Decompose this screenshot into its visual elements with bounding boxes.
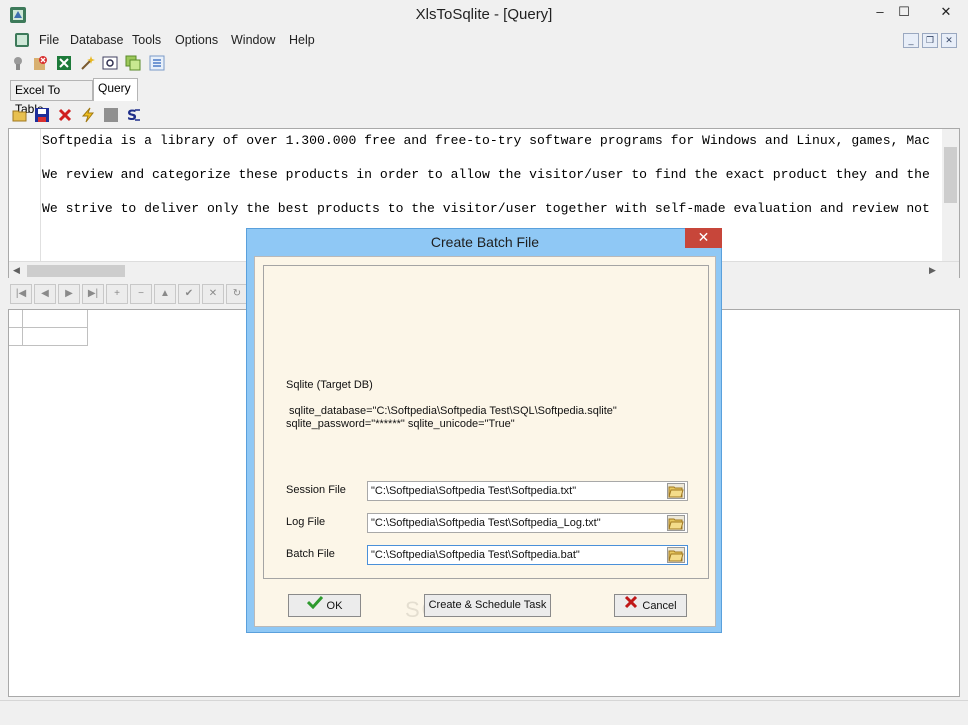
scroll-right-icon[interactable]: ▶ [929, 265, 936, 276]
copy-icon[interactable] [125, 55, 141, 71]
log-file-label: Log File [286, 516, 326, 528]
ok-label: OK [326, 599, 343, 612]
stop-icon[interactable] [103, 107, 119, 123]
next-record-button[interactable]: ▶ [58, 284, 80, 304]
list-icon[interactable] [149, 55, 165, 71]
sql-icon[interactable]: S [125, 107, 141, 124]
post-record-button[interactable]: ✔ [178, 284, 200, 304]
settings-icon[interactable] [102, 55, 118, 71]
grid-row-header[interactable] [9, 328, 23, 346]
maximize-button[interactable]: ☐ [889, 0, 919, 26]
close-window-button[interactable]: ✕ [924, 0, 968, 26]
dialog-body: Sqlite (Target DB) sqlite_database="C:\S… [254, 256, 716, 627]
create-schedule-task-button[interactable]: Create & Schedule Task [424, 594, 551, 617]
mdi-minimize-button[interactable]: _ [903, 33, 919, 48]
editor-gutter [9, 129, 41, 261]
scroll-thumb[interactable] [944, 147, 957, 203]
session-file-value: "C:\Softpedia\Softpedia Test\Softpedia.t… [371, 485, 577, 497]
grid-corner [9, 310, 23, 328]
excel-icon[interactable] [56, 55, 72, 71]
menu-database[interactable]: Database [70, 33, 124, 47]
target-db-label: Sqlite (Target DB) [286, 379, 373, 391]
save-icon[interactable] [34, 107, 50, 123]
cancel-button[interactable]: Cancel [614, 594, 687, 617]
menu-options[interactable]: Options [175, 33, 218, 47]
menu-tools[interactable]: Tools [132, 33, 161, 47]
mdi-restore-button[interactable]: ❐ [922, 33, 938, 48]
log-file-value: "C:\Softpedia\Softpedia Test\Softpedia_L… [371, 517, 601, 529]
grid-cell[interactable] [23, 328, 88, 346]
dialog-title: Create Batch File [430, 234, 540, 250]
editor-line: We strive to deliver only the best produ… [42, 201, 930, 216]
first-record-button[interactable]: |◀ [10, 284, 32, 304]
cancel-label: Cancel [642, 599, 677, 612]
wand-icon[interactable] [79, 55, 95, 71]
connection-string-line: sqlite_password="******" sqlite_unicode=… [286, 418, 515, 430]
log-file-field[interactable]: "C:\Softpedia\Softpedia Test\Softpedia_L… [367, 513, 688, 533]
browse-folder-icon[interactable] [667, 515, 685, 531]
refresh-button[interactable]: ↻ [226, 284, 248, 304]
checkmark-icon [306, 595, 323, 617]
open-icon[interactable] [12, 107, 28, 123]
scroll-left-icon[interactable]: ◀ [13, 265, 20, 276]
prior-record-button[interactable]: ◀ [34, 284, 56, 304]
menu-help[interactable]: Help [289, 33, 315, 47]
batch-file-value: "C:\Softpedia\Softpedia Test\Softpedia.b… [371, 549, 580, 561]
disconnect-icon[interactable] [32, 55, 48, 71]
scroll-thumb[interactable] [27, 265, 125, 277]
browse-folder-icon[interactable] [667, 547, 685, 563]
editor-line: Softpedia is a library of over 1.300.000… [42, 133, 930, 148]
status-bar [0, 700, 968, 725]
tab-query[interactable]: Query [93, 78, 138, 101]
editor-vertical-scrollbar[interactable] [942, 129, 959, 261]
window-title: XlsToSqlite - [Query] [415, 6, 553, 23]
tab-excel-to-table[interactable]: Excel To Table [10, 80, 93, 116]
dialog-close-button[interactable]: ✕ [685, 228, 722, 248]
document-icon[interactable] [14, 32, 30, 48]
cancel-x-icon [624, 595, 638, 617]
session-file-field[interactable]: "C:\Softpedia\Softpedia Test\Softpedia.t… [367, 481, 688, 501]
menu-window[interactable]: Window [231, 33, 275, 47]
ok-button[interactable]: OK [288, 594, 361, 617]
connection-string-line: sqlite_database="C:\Softpedia\Softpedia … [286, 405, 617, 417]
create-batch-file-dialog: Create Batch File ✕ Sqlite (Target DB) s… [246, 228, 722, 633]
browse-folder-icon[interactable] [667, 483, 685, 499]
delete-icon[interactable] [57, 107, 73, 123]
connect-icon[interactable] [10, 55, 26, 71]
mdi-close-button[interactable]: ✕ [941, 33, 957, 48]
last-record-button[interactable]: ▶| [82, 284, 104, 304]
editor-line: We review and categorize these products … [42, 167, 930, 182]
batch-file-label: Batch File [286, 548, 335, 560]
session-file-label: Session File [286, 484, 346, 496]
insert-record-button[interactable]: + [106, 284, 128, 304]
execute-icon[interactable] [80, 107, 96, 123]
edit-record-button[interactable]: ▲ [154, 284, 176, 304]
cancel-edit-button[interactable]: ✕ [202, 284, 224, 304]
menu-file[interactable]: File [39, 33, 59, 47]
grid-column-header[interactable] [23, 310, 88, 328]
batch-file-field[interactable]: "C:\Softpedia\Softpedia Test\Softpedia.b… [367, 545, 688, 565]
delete-record-button[interactable]: − [130, 284, 152, 304]
